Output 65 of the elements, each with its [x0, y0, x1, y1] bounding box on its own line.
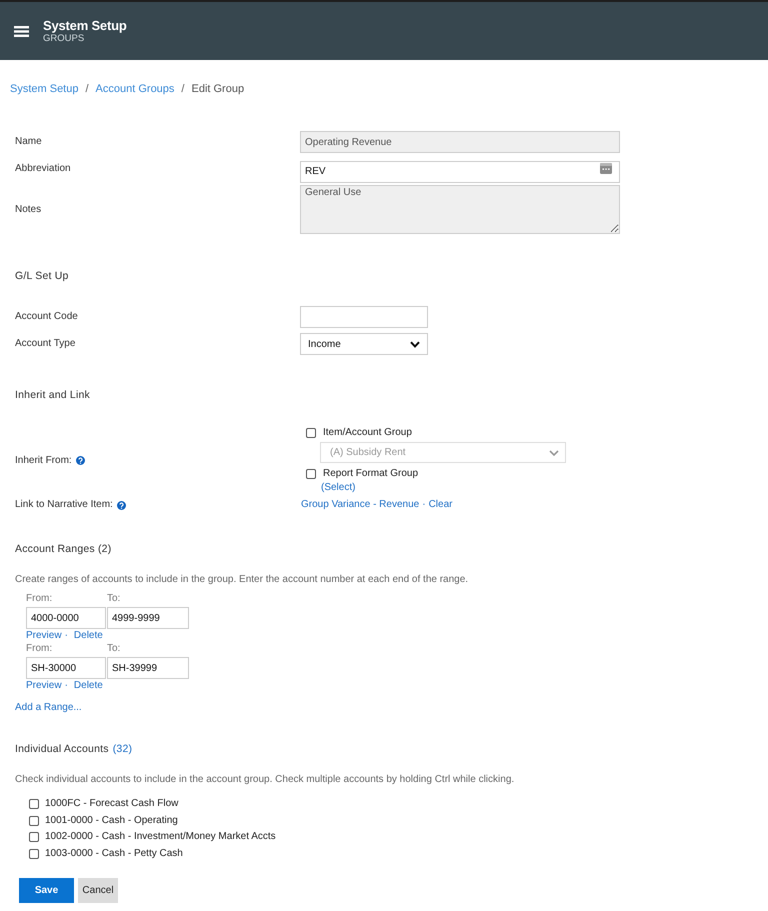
field-label: To:: [107, 643, 120, 655]
field-label: From:: [26, 643, 52, 655]
range-to-field[interactable]: SH-39999: [107, 657, 189, 679]
link-separator: ·: [64, 679, 68, 693]
chevron-down-icon: [410, 340, 420, 348]
checkbox[interactable]: [306, 469, 316, 479]
account-label: 1003-0000 - Cash - Petty Cash: [45, 846, 183, 861]
narrative-link[interactable]: Clear: [428, 498, 452, 512]
narrative-link[interactable]: Group Variance - Revenue: [301, 498, 420, 512]
link-separator: ·: [64, 629, 68, 643]
abbreviation-field[interactable]: REV: [300, 160, 620, 182]
field-label: Notes: [15, 202, 42, 216]
field-label: Account Type: [15, 337, 76, 351]
select-link[interactable]: (Select): [321, 481, 356, 495]
checkbox[interactable]: [29, 832, 39, 842]
field-label: Link to Narrative Item:: [15, 498, 113, 512]
help-icon[interactable]: [76, 456, 85, 465]
notes-field[interactable]: General Use: [300, 185, 620, 234]
save-button[interactable]: Save: [19, 878, 74, 903]
breadcrumb-current: Edit Group: [191, 82, 244, 96]
section-heading: Inherit and Link: [15, 388, 90, 402]
breadcrumb-link[interactable]: Account Groups: [96, 82, 174, 96]
checkbox-label: Item/Account Group: [323, 426, 412, 440]
cancel-button[interactable]: Cancel: [78, 878, 118, 903]
range-action-link[interactable]: Preview: [26, 679, 62, 693]
add-range-link[interactable]: Add a Range...: [15, 701, 82, 715]
field-label: Account Code: [15, 310, 79, 324]
link-separator: ·: [422, 498, 426, 512]
field-label: To:: [107, 593, 120, 605]
name-field[interactable]: Operating Revenue: [300, 131, 620, 153]
range-action-link[interactable]: Preview: [26, 629, 62, 643]
chevron-down-icon: [549, 450, 559, 456]
range-to-field[interactable]: 4999-9999: [107, 607, 189, 629]
field-label: Name: [15, 135, 43, 149]
range-action-link[interactable]: Delete: [74, 629, 103, 643]
checkbox-label: Report Format Group: [323, 467, 418, 481]
account-code-field[interactable]: [300, 306, 428, 328]
field-label: From:: [26, 593, 52, 605]
range-from-field[interactable]: SH-30000: [26, 657, 106, 679]
checkbox[interactable]: [29, 816, 39, 826]
field-label: Inherit From:: [15, 454, 72, 468]
range-action-link[interactable]: Delete: [74, 679, 103, 693]
section-description: Create ranges of accounts to include in the group. Enter the account number at each end of the range.: [15, 573, 468, 587]
app-subtitle: GROUPS: [43, 33, 86, 44]
breadcrumb-separator: /: [85, 82, 89, 96]
account-type-select[interactable]: Income: [300, 333, 428, 355]
breadcrumb-separator: /: [181, 82, 184, 96]
field-label: Abbreviation: [15, 162, 72, 176]
account-label: 1001-0000 - Cash - Operating: [45, 814, 178, 828]
ellipsis-icon[interactable]: [600, 163, 612, 174]
range-from-field[interactable]: 4000-0000: [26, 607, 106, 629]
section-heading: G/L Set Up: [15, 269, 69, 283]
checkbox[interactable]: [29, 799, 39, 810]
section-heading: Account Ranges (2): [15, 542, 112, 556]
section-heading: Individual Accounts: [15, 742, 109, 756]
help-icon[interactable]: [116, 500, 126, 510]
breadcrumb-link[interactable]: System Setup: [10, 82, 78, 96]
checkbox[interactable]: [306, 428, 316, 438]
section-description: Check individual accounts to include in the account group. Check multiple accounts by holding Ctrl while clicking.: [15, 773, 514, 787]
menu-icon[interactable]: [14, 26, 29, 36]
app-title: System Setup: [43, 18, 127, 33]
count-link[interactable]: (32): [112, 742, 132, 756]
account-label: 1000FC - Forecast Cash Flow: [45, 797, 178, 812]
account-label: 1002-0000 - Cash - Investment/Money Market Accts: [45, 830, 276, 844]
checkbox[interactable]: [29, 848, 39, 859]
